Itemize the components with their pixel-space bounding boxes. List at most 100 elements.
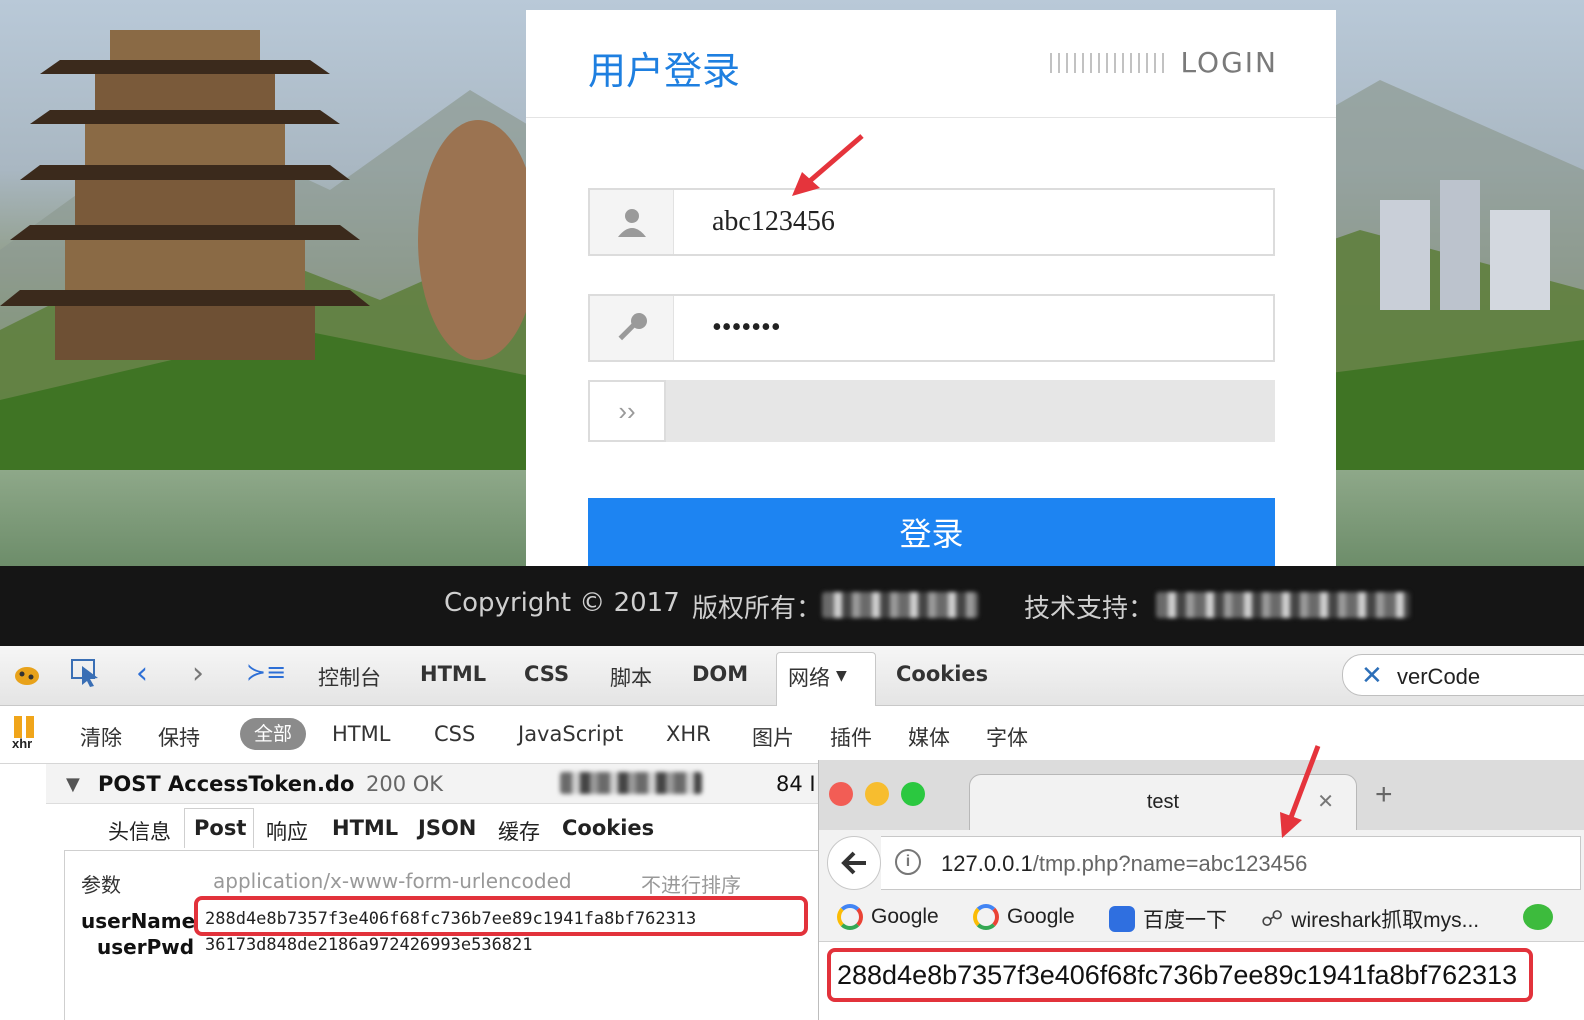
tab-css[interactable]: CSS bbox=[524, 662, 569, 686]
firebug-toolbar: ‹ › ≻≡ 控制台 HTML CSS 脚本 DOM 网络 ▼ Cookies … bbox=[0, 646, 1584, 707]
brand-bars-decoration bbox=[1050, 52, 1171, 73]
filter-plugins[interactable]: 插件 bbox=[830, 722, 872, 752]
filter-html[interactable]: HTML bbox=[332, 722, 390, 746]
tab-cookies[interactable]: Cookies bbox=[896, 662, 988, 686]
google-icon bbox=[837, 904, 863, 930]
mini-browser-window: test ✕ + i 127.0.0.1/tmp.php?name=abc123… bbox=[818, 760, 1584, 1020]
login-brand: LOGIN bbox=[1050, 46, 1278, 79]
maximize-window-icon[interactable] bbox=[901, 782, 925, 806]
filter-media[interactable]: 媒体 bbox=[908, 722, 950, 752]
request-size: 84 I bbox=[776, 772, 816, 796]
filter-javascript[interactable]: JavaScript bbox=[518, 722, 623, 746]
blurred-support-name bbox=[1156, 592, 1410, 618]
info-icon[interactable]: i bbox=[895, 849, 921, 875]
key-icon bbox=[590, 296, 674, 360]
back-arrow-icon[interactable]: ‹ bbox=[136, 656, 148, 691]
browser-titlebar: test ✕ + bbox=[819, 760, 1584, 830]
annotation-arrow-icon bbox=[1280, 745, 1321, 838]
tab-network[interactable]: 网络 bbox=[788, 662, 830, 692]
clear-button[interactable]: 清除 bbox=[80, 722, 122, 752]
username-field[interactable]: abc123456 bbox=[588, 188, 1275, 256]
bookmarks-bar: Google Google 百度一下 ☍ wireshark抓取mys... bbox=[819, 894, 1584, 942]
tab-headers[interactable]: 头信息 bbox=[108, 816, 171, 846]
filter-all[interactable]: 全部 bbox=[240, 718, 306, 750]
statue-illustration bbox=[418, 120, 538, 360]
bookmark-label: Google bbox=[871, 905, 939, 928]
password-field[interactable]: ••••••• bbox=[588, 294, 1275, 362]
xhr-breakpoint-icon[interactable]: xhr bbox=[10, 716, 40, 752]
tab-req-cookies[interactable]: Cookies bbox=[562, 816, 654, 840]
tab-req-html[interactable]: HTML bbox=[332, 816, 398, 840]
footer-support-label: 技术支持： bbox=[1024, 594, 1155, 624]
search-value: verCode bbox=[1397, 664, 1481, 689]
captcha-field[interactable]: ›› bbox=[588, 380, 1275, 442]
content-type: application/x-www-form-urlencoded bbox=[213, 869, 572, 893]
params-label: 参数 bbox=[81, 873, 121, 897]
new-tab-icon[interactable]: + bbox=[1375, 778, 1393, 812]
tab-post[interactable]: Post bbox=[194, 816, 246, 840]
blurred-owner-name bbox=[822, 592, 978, 618]
close-window-icon[interactable] bbox=[829, 782, 853, 806]
param-name-userpwd: userPwd bbox=[97, 935, 195, 959]
highlight-box-username bbox=[194, 896, 808, 936]
command-line-icon[interactable]: ≻≡ bbox=[246, 658, 286, 686]
firebug-bug-icon[interactable] bbox=[12, 662, 42, 688]
filter-xhr[interactable]: XHR bbox=[666, 722, 711, 746]
forward-arrow-icon[interactable]: › bbox=[192, 656, 204, 691]
sort-toggle[interactable]: 不进行排序 bbox=[641, 869, 741, 898]
login-brand-text: LOGIN bbox=[1180, 46, 1278, 79]
chevron-down-icon[interactable]: ▼ bbox=[836, 668, 847, 684]
tab-cache[interactable]: 缓存 bbox=[498, 816, 540, 846]
login-title: 用户登录 bbox=[588, 49, 741, 93]
browser-back-button[interactable] bbox=[827, 836, 881, 890]
bookmark-wireshark[interactable]: ☍ wireshark抓取mys... bbox=[1261, 904, 1479, 934]
baidu-paw-icon bbox=[1109, 906, 1135, 932]
param-value-userpwd: 36173d848de2186a972426993e536821 bbox=[205, 935, 533, 955]
username-input[interactable]: abc123456 bbox=[674, 190, 1273, 254]
tab-console[interactable]: 控制台 bbox=[318, 662, 381, 692]
login-header: 用户登录 LOGIN bbox=[526, 10, 1336, 118]
tab-response[interactable]: 响应 bbox=[266, 816, 308, 846]
browser-address-bar: i 127.0.0.1/tmp.php?name=abc123456 bbox=[819, 830, 1584, 894]
wechat-icon[interactable] bbox=[1523, 904, 1553, 930]
clear-search-icon[interactable]: ✕ bbox=[1361, 660, 1383, 691]
double-chevron-icon: ›› bbox=[588, 380, 666, 442]
filter-images[interactable]: 图片 bbox=[752, 722, 794, 752]
tab-dom[interactable]: DOM bbox=[692, 662, 748, 686]
bookmark-baidu[interactable]: 百度一下 bbox=[1109, 904, 1227, 934]
bookmark-label: 百度一下 bbox=[1143, 909, 1227, 932]
bookmark-google-1[interactable]: Google bbox=[837, 904, 939, 930]
browser-page-content: 288d4e8b7357f3e406f68fc736b7ee89c1941fa8… bbox=[819, 942, 1584, 1020]
inspect-cursor-icon[interactable] bbox=[70, 658, 102, 688]
tab-script[interactable]: 脚本 bbox=[610, 662, 652, 692]
login-card: 用户登录 LOGIN abc123456 ••••••• ›› 登录 bbox=[526, 10, 1336, 566]
page-output-hash: 288d4e8b7357f3e406f68fc736b7ee89c1941fa8… bbox=[827, 948, 1533, 1002]
network-filter-bar: xhr 清除 保持 全部 HTML CSS JavaScript XHR 图片 … bbox=[0, 706, 1584, 764]
tab-req-json[interactable]: JSON bbox=[418, 816, 476, 840]
login-footer: Copyright © 2017 版权所有： 技术支持： bbox=[0, 566, 1584, 646]
request-detail-panel: ▼ POST AccessToken.do 200 OK 84 I 头信息 Po… bbox=[0, 764, 830, 1020]
filter-fonts[interactable]: 字体 bbox=[986, 722, 1028, 752]
user-icon bbox=[590, 190, 674, 254]
back-arrow-icon bbox=[841, 851, 866, 875]
search-input[interactable]: ✕ verCode bbox=[1342, 654, 1584, 696]
captcha-slider-track[interactable] bbox=[666, 380, 1275, 442]
xhr-label: xhr bbox=[12, 736, 33, 751]
google-icon bbox=[973, 904, 999, 930]
footer-copyright: Copyright © 2017 bbox=[444, 588, 680, 618]
tab-html[interactable]: HTML bbox=[420, 662, 486, 686]
minimize-window-icon[interactable] bbox=[865, 782, 889, 806]
blurred-domain bbox=[560, 772, 702, 794]
password-input[interactable]: ••••••• bbox=[674, 296, 1273, 360]
bookmark-google-2[interactable]: Google bbox=[973, 904, 1075, 930]
expand-triangle-icon[interactable]: ▼ bbox=[66, 774, 80, 795]
url-field[interactable]: i 127.0.0.1/tmp.php?name=abc123456 bbox=[881, 836, 1581, 890]
bookmark-label: Google bbox=[1007, 905, 1075, 928]
filter-css[interactable]: CSS bbox=[434, 722, 475, 746]
persist-button[interactable]: 保持 bbox=[158, 722, 200, 752]
url-text: 127.0.0.1/tmp.php?name=abc123456 bbox=[941, 851, 1307, 877]
request-row[interactable]: ▼ POST AccessToken.do 200 OK 84 I bbox=[46, 764, 830, 804]
param-name-username: userName bbox=[81, 909, 196, 933]
login-submit-button[interactable]: 登录 bbox=[588, 498, 1275, 566]
request-status: 200 OK bbox=[366, 772, 444, 796]
